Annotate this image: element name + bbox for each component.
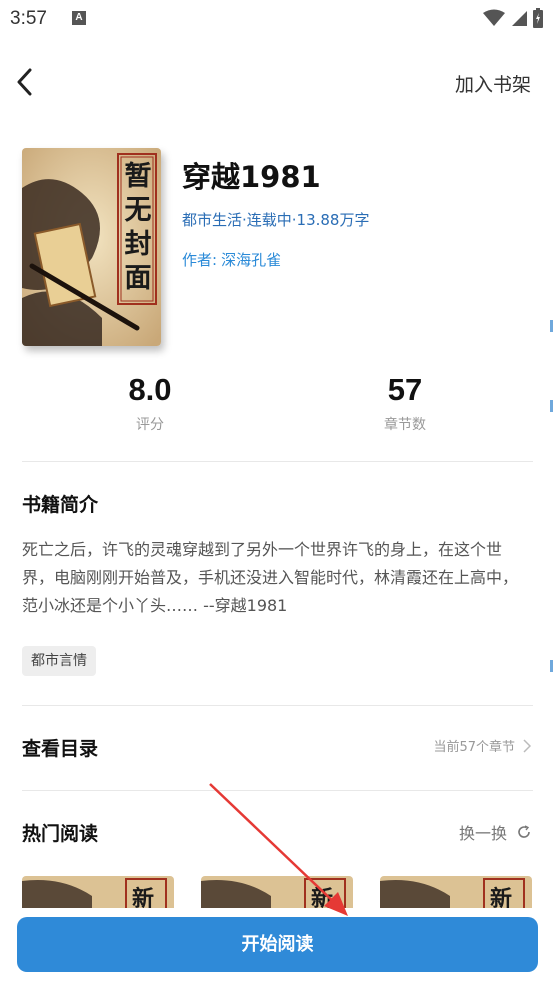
top-bar: 加入书架	[0, 58, 553, 108]
cover-char: 封	[124, 229, 152, 260]
cover-title-text: 暂 无 封 面	[120, 160, 156, 296]
back-button[interactable]	[10, 64, 38, 100]
cover-char: 面	[124, 263, 152, 294]
chevron-right-icon	[523, 738, 531, 753]
divider	[22, 461, 533, 462]
status-time: 3:57	[10, 8, 47, 29]
book-author[interactable]: 作者: 深海孔雀	[182, 249, 285, 270]
book-cover: 暂 无 封 面	[22, 148, 161, 346]
view-toc-row[interactable]: 查看目录 当前57个章节	[0, 720, 553, 772]
book-title: 穿越1981	[182, 160, 321, 194]
swap-button[interactable]: 换一换	[459, 820, 531, 844]
bottom-bar: 开始阅读	[0, 908, 553, 983]
signal-icon	[512, 11, 527, 26]
chapter-count-stat: 57 章节数	[305, 372, 505, 434]
status-bar: 3:57 A	[0, 0, 553, 38]
notification-icon: A	[72, 11, 86, 25]
author-name[interactable]: 深海孔雀	[221, 251, 281, 269]
book-meta: 都市生活·连载中·13.88万字	[182, 211, 370, 229]
refresh-icon	[518, 825, 530, 838]
battery-icon	[533, 8, 543, 28]
chapter-count-value: 57	[387, 372, 423, 407]
status-icons	[483, 8, 543, 28]
start-reading-button[interactable]: 开始阅读	[17, 917, 538, 972]
divider	[22, 790, 533, 791]
rating-value: 8.0	[128, 372, 172, 407]
chapter-count-label: 章节数	[384, 417, 426, 433]
rating-label: 评分	[136, 417, 164, 433]
toc-title: 查看目录	[22, 738, 99, 760]
swap-label: 换一换	[458, 824, 507, 843]
cover-char: 暂	[124, 161, 152, 192]
intro-text: 死亡之后，许飞的灵魂穿越到了另外一个世界许飞的身上，在这个世界，电脑刚刚开始普及…	[22, 540, 519, 615]
wifi-icon	[483, 9, 505, 26]
divider	[22, 705, 533, 706]
intro-title: 书籍简介	[22, 494, 99, 516]
add-to-shelf-button[interactable]: 加入书架	[455, 70, 531, 97]
toc-info: 当前57个章节	[433, 736, 531, 755]
hot-title: 热门阅读	[22, 823, 99, 845]
genre-tag[interactable]: 都市言情	[22, 646, 96, 676]
back-arrow-icon	[17, 68, 32, 96]
rating-stat: 8.0 评分	[50, 372, 250, 434]
author-label: 作者:	[182, 251, 218, 269]
toc-chapter-info: 当前57个章节	[433, 740, 515, 755]
cover-char: 无	[124, 195, 152, 226]
